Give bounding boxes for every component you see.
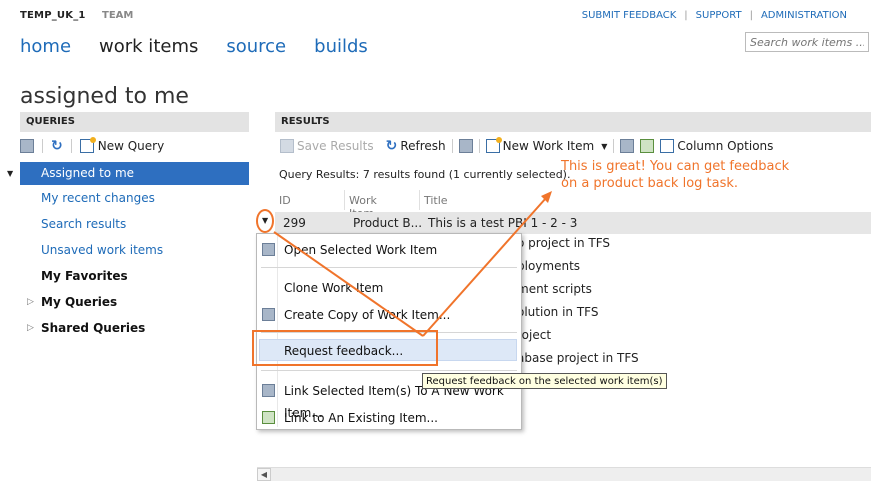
scroll-left-icon[interactable]: ◀ (257, 468, 271, 481)
arrow-line-upper (422, 197, 547, 337)
arrow-line-lower (273, 231, 424, 337)
annotation-arrow (273, 191, 552, 337)
horizontal-scrollbar[interactable]: ◀ (257, 467, 871, 481)
